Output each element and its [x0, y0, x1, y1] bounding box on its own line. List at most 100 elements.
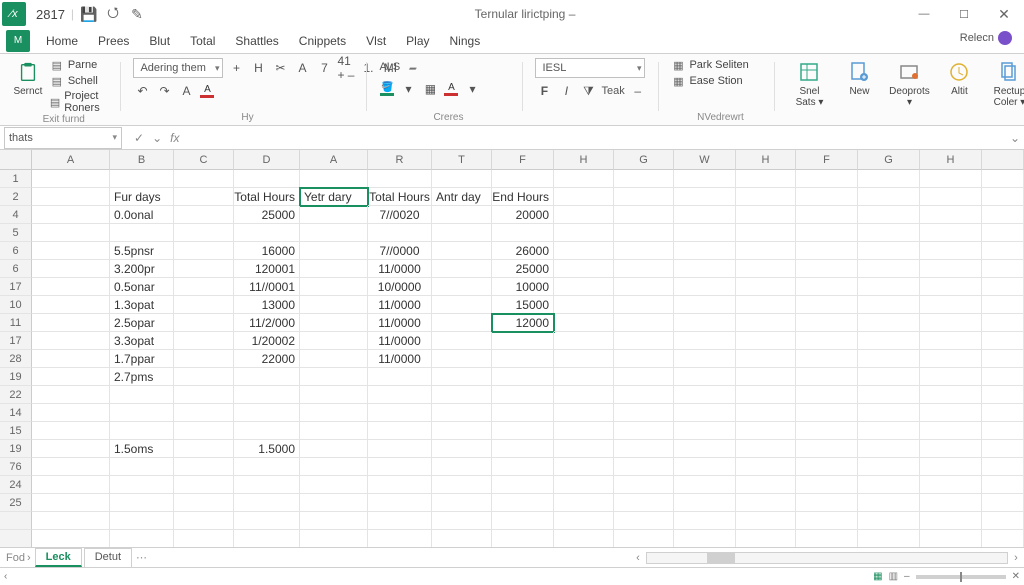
font-combo[interactable]: Adering them▾ — [133, 58, 223, 78]
cell[interactable] — [432, 224, 492, 242]
cell[interactable] — [432, 278, 492, 296]
cell[interactable] — [858, 476, 920, 494]
cell[interactable]: Fur days — [110, 188, 174, 206]
menu-tab-play[interactable]: Play — [396, 30, 439, 52]
cell[interactable] — [174, 314, 234, 332]
view-normal-icon[interactable]: ▦ — [873, 571, 882, 582]
cell[interactable] — [432, 260, 492, 278]
font-color-a[interactable]: A — [199, 84, 215, 98]
cell[interactable] — [858, 188, 920, 206]
cell[interactable] — [554, 314, 614, 332]
cell[interactable] — [736, 440, 796, 458]
cell[interactable]: 2.5opar — [110, 314, 174, 332]
font-tool[interactable]: 41 + – — [337, 59, 355, 77]
cell[interactable] — [300, 530, 368, 547]
cell[interactable] — [920, 494, 982, 512]
cell[interactable] — [858, 242, 920, 260]
cell[interactable]: 15000 — [492, 296, 554, 314]
cell[interactable]: End Hours — [492, 188, 554, 206]
cell[interactable] — [32, 224, 110, 242]
col-header[interactable]: B — [110, 150, 174, 170]
cell[interactable] — [858, 296, 920, 314]
cell[interactable] — [492, 170, 554, 188]
cell[interactable] — [300, 260, 368, 278]
edit-icon[interactable]: ✎ — [128, 5, 146, 23]
col-header[interactable]: A — [300, 150, 368, 170]
cell[interactable] — [492, 494, 554, 512]
cell[interactable] — [432, 314, 492, 332]
cell[interactable]: 13000 — [234, 296, 300, 314]
cell[interactable] — [674, 188, 736, 206]
cell[interactable] — [554, 404, 614, 422]
cell[interactable] — [614, 440, 674, 458]
cell[interactable] — [674, 530, 736, 547]
cell[interactable] — [174, 350, 234, 368]
cell[interactable] — [796, 206, 858, 224]
cell[interactable] — [920, 224, 982, 242]
cell[interactable] — [432, 386, 492, 404]
cell[interactable] — [796, 530, 858, 547]
cell[interactable]: 1.7ppar — [110, 350, 174, 368]
cell[interactable] — [614, 476, 674, 494]
cell[interactable] — [554, 278, 614, 296]
cell[interactable]: 11/2/000 — [234, 314, 300, 332]
altit-button[interactable]: Altit — [937, 58, 981, 97]
menu-tab-prees[interactable]: Prees — [88, 30, 139, 52]
cell[interactable] — [432, 404, 492, 422]
cell[interactable] — [796, 350, 858, 368]
cell[interactable] — [368, 386, 432, 404]
cell[interactable] — [736, 422, 796, 440]
cell[interactable] — [174, 224, 234, 242]
row-header[interactable]: 22 — [0, 386, 32, 404]
cell[interactable] — [492, 440, 554, 458]
cell[interactable] — [300, 458, 368, 476]
cell[interactable] — [920, 350, 982, 368]
cell[interactable] — [492, 458, 554, 476]
cell[interactable] — [32, 494, 110, 512]
row-header[interactable]: 10 — [0, 296, 32, 314]
cell[interactable] — [300, 332, 368, 350]
cell[interactable] — [614, 458, 674, 476]
cell[interactable] — [920, 242, 982, 260]
cell[interactable] — [858, 206, 920, 224]
font-tool[interactable]: H — [249, 59, 267, 77]
cell[interactable] — [614, 422, 674, 440]
rectup-button[interactable]: Rectup Coler ▾ — [987, 58, 1024, 108]
cell[interactable] — [174, 404, 234, 422]
cell[interactable] — [300, 368, 368, 386]
col-header[interactable]: H — [554, 150, 614, 170]
hscroll-thumb[interactable] — [707, 553, 735, 563]
refresh-icon[interactable]: ⭯ — [104, 5, 122, 23]
cell[interactable] — [492, 350, 554, 368]
cell[interactable] — [614, 224, 674, 242]
cell[interactable] — [920, 170, 982, 188]
cell[interactable]: 7//0000 — [368, 242, 432, 260]
cell[interactable] — [736, 242, 796, 260]
cell[interactable] — [110, 170, 174, 188]
cell[interactable] — [32, 296, 110, 314]
cell[interactable] — [554, 170, 614, 188]
cell[interactable] — [234, 386, 300, 404]
cell[interactable] — [110, 512, 174, 530]
expand-formula-icon[interactable]: ⌄ — [1006, 131, 1024, 145]
cell[interactable] — [614, 314, 674, 332]
cell[interactable] — [32, 278, 110, 296]
cell[interactable] — [32, 458, 110, 476]
cell[interactable] — [796, 494, 858, 512]
cell[interactable] — [174, 242, 234, 260]
cell[interactable] — [554, 332, 614, 350]
cell[interactable] — [674, 260, 736, 278]
cell[interactable] — [554, 512, 614, 530]
cell[interactable] — [174, 170, 234, 188]
cell[interactable] — [432, 422, 492, 440]
col-header[interactable]: H — [736, 150, 796, 170]
cell[interactable] — [368, 494, 432, 512]
cell[interactable] — [432, 512, 492, 530]
cell[interactable] — [920, 530, 982, 547]
col-header[interactable]: F — [492, 150, 554, 170]
cell[interactable] — [300, 404, 368, 422]
cell[interactable] — [492, 386, 554, 404]
menu-tab-cnippets[interactable]: Cnippets — [289, 30, 356, 52]
cell[interactable] — [174, 260, 234, 278]
cell[interactable] — [432, 494, 492, 512]
